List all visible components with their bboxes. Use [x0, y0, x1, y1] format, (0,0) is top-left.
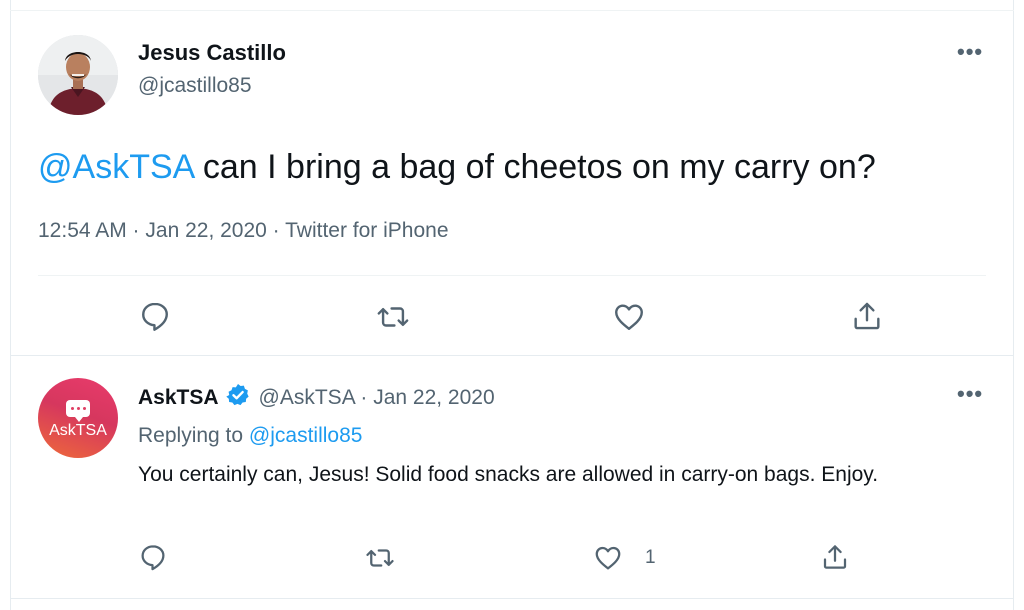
mention-link[interactable]: @jcastillo85	[249, 424, 363, 447]
like-button[interactable]	[612, 300, 646, 334]
like-icon	[595, 546, 621, 570]
divider	[10, 10, 1014, 11]
retweet-button[interactable]	[364, 543, 396, 573]
avatar[interactable]	[38, 35, 118, 115]
share-button[interactable]	[820, 541, 850, 573]
reply-header: AskTSA @AskTSA · Jan 22, 2020	[138, 382, 495, 414]
divider	[38, 275, 986, 276]
avatar-label: AskTSA	[49, 422, 107, 439]
more-options-icon[interactable]: •••	[957, 41, 983, 63]
like-button[interactable]: 1	[593, 543, 656, 573]
author-name[interactable]: AskTSA	[138, 386, 219, 410]
divider	[10, 355, 1014, 356]
mention-link[interactable]: @AskTSA	[38, 148, 193, 186]
reply-button[interactable]	[138, 299, 172, 333]
retweet-icon	[377, 307, 409, 327]
user-photo-icon	[38, 35, 118, 115]
like-count: 1	[645, 547, 656, 568]
reply-button[interactable]	[138, 542, 168, 572]
share-button[interactable]	[850, 298, 884, 334]
author-handle-date[interactable]: @AskTSA · Jan 22, 2020	[259, 386, 495, 410]
retweet-icon	[366, 549, 394, 567]
share-icon	[823, 545, 847, 569]
tweet-body: can I bring a bag of cheetos on my carry…	[193, 148, 876, 186]
replying-to: Replying to @jcastillo85	[138, 424, 362, 448]
replying-prefix: Replying to	[138, 424, 249, 447]
tweet-text: You certainly can, Jesus! Solid food sna…	[138, 463, 879, 486]
author-name[interactable]: Jesus Castillo	[138, 40, 286, 66]
share-icon	[854, 302, 880, 330]
like-icon	[615, 304, 643, 330]
more-options-icon[interactable]: •••	[957, 383, 983, 405]
reply-icon	[142, 302, 168, 331]
retweet-button[interactable]	[375, 300, 411, 334]
avatar[interactable]: AskTSA	[38, 378, 118, 458]
divider	[10, 598, 1014, 599]
author-handle[interactable]: @jcastillo85	[138, 74, 252, 98]
verified-badge-icon	[225, 382, 251, 414]
tweet-timestamp[interactable]: 12:54 AM · Jan 22, 2020 · Twitter for iP…	[38, 219, 449, 243]
tweet-text: @AskTSA can I bring a bag of cheetos on …	[38, 145, 876, 189]
reply-icon	[141, 545, 165, 571]
chat-bubble-icon	[66, 400, 90, 422]
